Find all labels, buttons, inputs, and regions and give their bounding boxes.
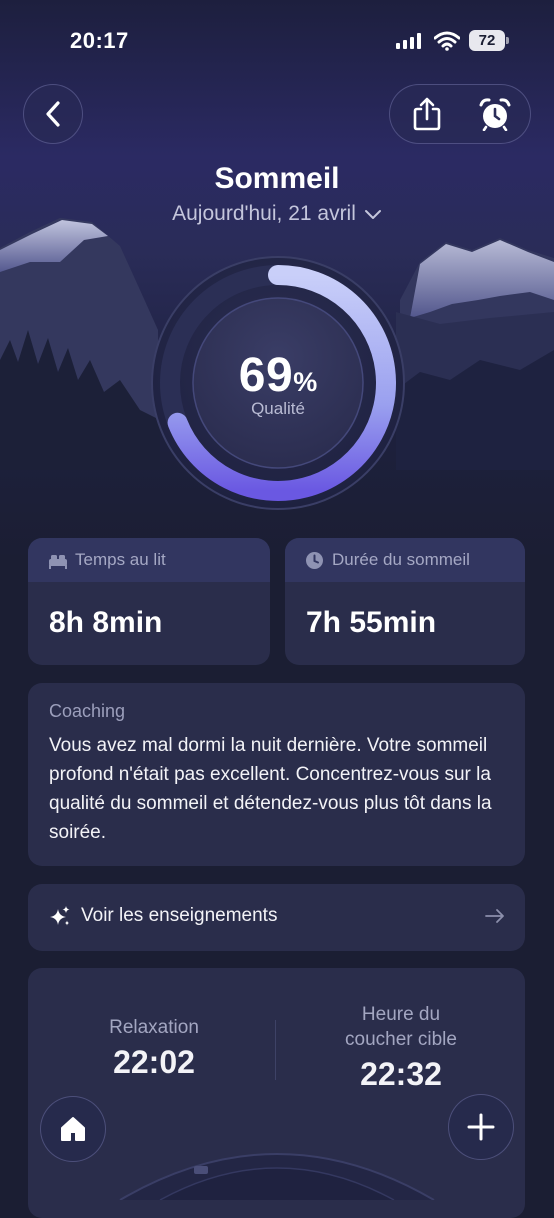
- bedtime-label-line1: Heure du: [361, 1004, 441, 1025]
- share-icon: [413, 97, 441, 131]
- sleep-duration-card[interactable]: Durée du sommeil 7h 55min: [285, 538, 525, 665]
- header-actions: [389, 84, 531, 144]
- view-insights-button[interactable]: Voir les enseignements: [28, 884, 525, 951]
- bedtime-time: 22:32: [360, 1056, 442, 1092]
- chevron-left-icon: [46, 101, 60, 127]
- relaxation-column: Relaxation 22:02: [74, 1015, 234, 1081]
- clock-icon: [306, 552, 323, 569]
- card-label: Temps au lit: [75, 550, 166, 569]
- page-title: Sommeil: [214, 162, 340, 195]
- wifi-icon: [434, 31, 460, 51]
- alarm-button[interactable]: [460, 85, 530, 143]
- status-time: 20:17: [70, 28, 129, 53]
- bed-icon: [49, 555, 67, 569]
- card-label: Durée du sommeil: [332, 550, 470, 569]
- quality-unit: %: [293, 367, 318, 397]
- back-button[interactable]: [23, 84, 83, 144]
- date-selector[interactable]: Aujourd'hui, 21 avril: [0, 202, 554, 226]
- home-icon: [61, 1117, 85, 1141]
- card-header: Durée du sommeil: [285, 538, 525, 582]
- share-button[interactable]: [392, 85, 462, 143]
- coaching-title: Coaching: [49, 701, 126, 721]
- alarm-clock-icon: [479, 98, 511, 131]
- bedtime-label-line2: coucher cible: [345, 1029, 457, 1050]
- status-bar: 20:17 72: [0, 0, 554, 80]
- cellular-signal-icon: [396, 33, 421, 49]
- add-button[interactable]: [448, 1094, 514, 1160]
- time-in-bed-card[interactable]: Temps au lit 8h 8min: [28, 538, 270, 665]
- sleep-dial-preview: [119, 1153, 435, 1200]
- plus-icon: [467, 1113, 495, 1141]
- bed-icon: [194, 1166, 208, 1174]
- relaxation-time: 22:02: [113, 1044, 195, 1080]
- arrow-right-icon: [485, 909, 504, 923]
- battery-indicator: 72: [469, 30, 505, 51]
- battery-tip: [506, 37, 509, 44]
- relaxation-label: Relaxation: [109, 1017, 199, 1038]
- card-value: 7h 55min: [306, 606, 437, 639]
- quality-value: 69: [238, 349, 294, 402]
- chevron-down-icon: [364, 202, 382, 226]
- coaching-text: Vous avez mal dormi la nuit dernière. Vo…: [49, 735, 492, 843]
- insights-label: Voir les enseignements: [81, 905, 278, 926]
- date-label: Aujourd'hui, 21 avril: [172, 202, 356, 225]
- card-value: 8h 8min: [49, 606, 163, 639]
- card-header: Temps au lit: [28, 538, 270, 582]
- sparkles-icon: [50, 906, 70, 926]
- home-button[interactable]: [40, 1096, 106, 1162]
- target-bedtime-column: Heure du coucher cible 22:32: [306, 1002, 496, 1093]
- quality-score: 69%: [150, 348, 406, 403]
- divider: [275, 1020, 276, 1080]
- quality-label: Qualité: [251, 399, 305, 418]
- coaching-card: Coaching Vous avez mal dormi la nuit der…: [28, 683, 525, 866]
